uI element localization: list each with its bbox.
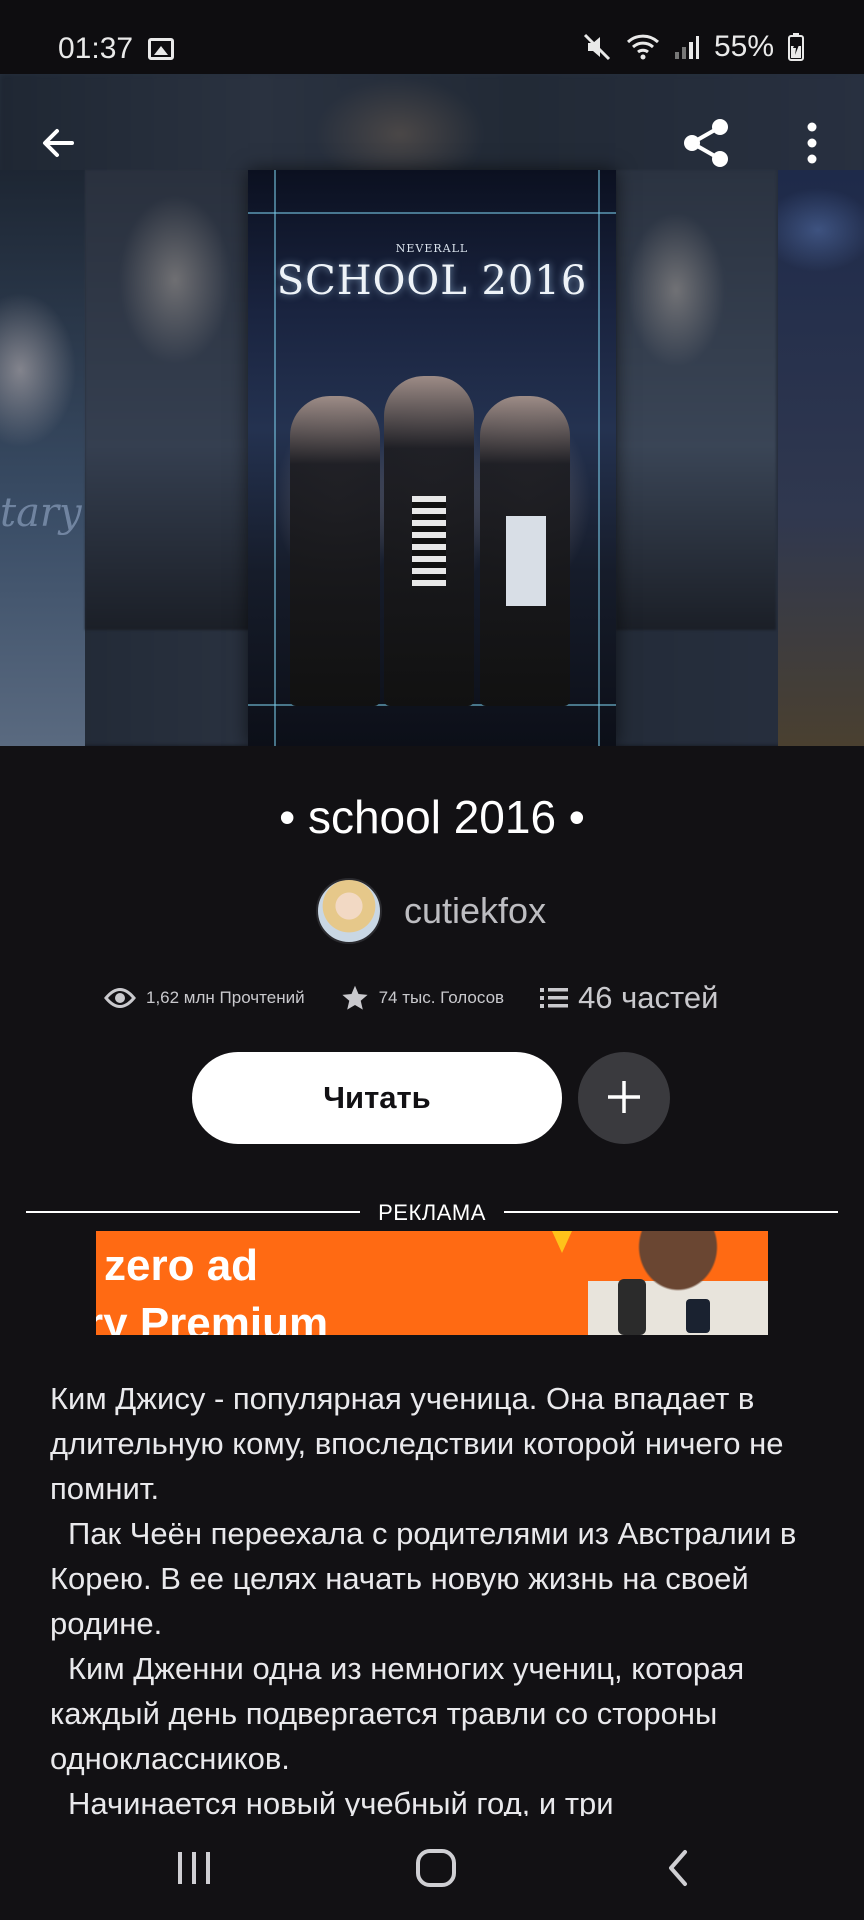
ad-label: РЕКЛАМА	[378, 1200, 486, 1225]
chevron-left-icon	[669, 1850, 687, 1886]
description-paragraph: Ким Джису - популярная ученица. Она впад…	[50, 1381, 784, 1506]
eye-icon	[104, 987, 136, 1009]
previous-cover-background	[85, 170, 250, 630]
story-title: • school 2016 •	[279, 791, 585, 843]
recent-apps-icon	[178, 1852, 210, 1884]
status-time: 01:37	[58, 32, 134, 65]
cover-figure	[290, 396, 380, 706]
ad-label-row: РЕКЛАМА	[26, 1200, 838, 1225]
author-avatar[interactable]	[316, 878, 382, 944]
add-to-library-button[interactable]	[578, 1052, 670, 1144]
votes-stat: 74 тыс. Голосов	[341, 984, 504, 1012]
ad-person-image	[588, 1231, 768, 1335]
cover-figure	[480, 396, 570, 706]
signal-icon	[674, 34, 700, 60]
arrow-left-icon	[43, 128, 74, 157]
back-button[interactable]	[28, 114, 88, 174]
list-icon	[540, 986, 569, 1010]
story-cover[interactable]: NEVERALL SCHOOL 2016	[248, 170, 616, 746]
ad-banner[interactable]: zero ad ry Premium	[96, 1231, 768, 1335]
cover-frame-line	[598, 170, 600, 746]
mute-icon	[582, 32, 612, 62]
next-cover-background	[616, 170, 776, 630]
reads-count: 1,62 млн Прочтений	[146, 988, 305, 1007]
home-button[interactable]	[396, 1838, 476, 1898]
system-navigation-bar	[0, 1816, 864, 1920]
reads-stat: 1,62 млн Прочтений	[104, 987, 305, 1009]
share-button[interactable]	[672, 114, 732, 174]
home-icon	[416, 1849, 456, 1887]
system-back-button[interactable]	[638, 1838, 718, 1898]
ad-headline: zero ad	[104, 1241, 259, 1290]
image-notification-icon	[148, 38, 174, 60]
cover-frame-line	[248, 212, 616, 214]
wifi-icon	[626, 33, 660, 61]
description-paragraph: Начинается новый учебный год, и три	[68, 1786, 614, 1816]
previous-cover-text: tary	[0, 490, 82, 536]
divider	[504, 1211, 838, 1213]
author-name[interactable]: cutiekfox	[404, 890, 546, 932]
share-icon	[684, 119, 728, 167]
recent-apps-button[interactable]	[154, 1838, 234, 1898]
ad-decoration	[552, 1231, 572, 1253]
status-icons: 55%	[582, 30, 804, 64]
story-description: Ким Джису - популярная ученица. Она впад…	[50, 1376, 830, 1816]
status-bar: 01:37 55%	[0, 0, 864, 74]
votes-count: 74 тыс. Голосов	[378, 988, 505, 1007]
star-icon	[341, 984, 369, 1012]
cover-figure	[384, 376, 474, 706]
battery-percent: 55%	[713, 30, 774, 63]
description-paragraph: Пак Чеён переехала с родителями из Австр…	[50, 1516, 797, 1641]
story-stats: 1,62 млн Прочтений 74 тыс. Голосов 46 ча…	[104, 980, 718, 1016]
read-button[interactable]: Читать	[192, 1052, 562, 1144]
more-vertical-icon	[807, 122, 817, 163]
parts-stat[interactable]: 46 частей	[540, 980, 718, 1016]
description-paragraph: Ким Дженни одна из немногих учениц, кото…	[50, 1651, 745, 1776]
parts-count[interactable]: 46 частей	[578, 980, 718, 1016]
previous-story-cover[interactable]: tary	[0, 170, 85, 746]
cover-frame-line	[274, 170, 276, 746]
battery-icon	[788, 33, 804, 61]
plus-icon	[608, 1080, 640, 1113]
cover-title-art: SCHOOL 2016	[276, 258, 588, 304]
author-link[interactable]: cutiekfox	[316, 878, 546, 944]
next-story-cover[interactable]	[778, 170, 864, 746]
more-options-button[interactable]	[782, 114, 842, 174]
cover-publisher: NEVERALL	[395, 242, 469, 255]
cover-carousel[interactable]: tary NEVERALL SCHOOL 2016	[0, 74, 864, 746]
ad-subline: ry Premium	[96, 1299, 329, 1335]
